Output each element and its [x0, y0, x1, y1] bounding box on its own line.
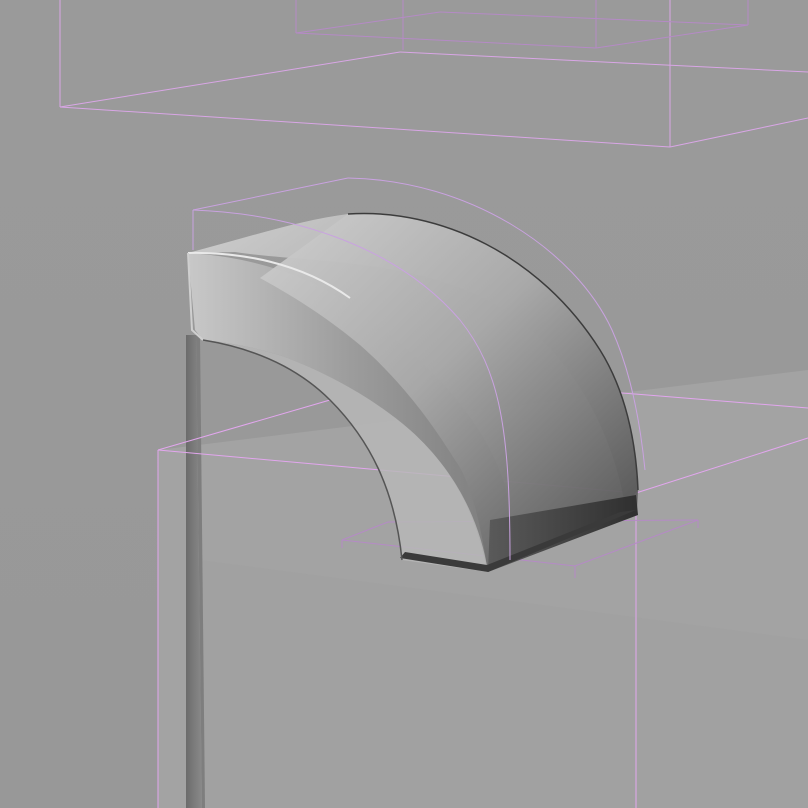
viewport-scene[interactable] [0, 0, 808, 808]
3d-viewport[interactable] [0, 0, 808, 808]
